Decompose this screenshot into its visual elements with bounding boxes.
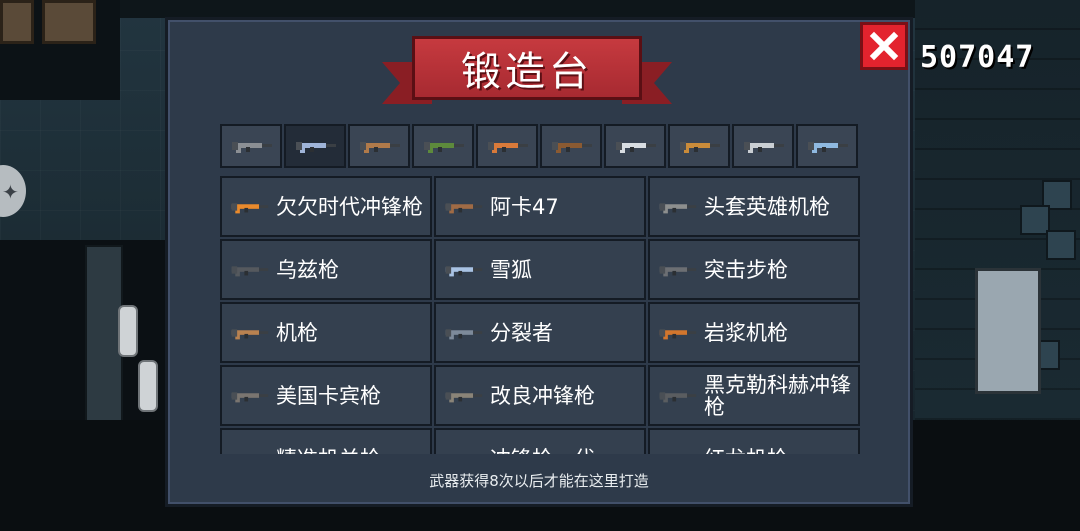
banner-plate: 锻造台	[412, 36, 642, 100]
throwing-star-icon	[744, 142, 784, 153]
wall-painting	[0, 0, 34, 44]
weapon-item[interactable]: 冲锋枪一代	[434, 428, 646, 454]
carbine-icon	[231, 391, 269, 402]
weapon-label: 突击步枪	[704, 257, 788, 282]
weapon-label: 精准机关枪	[276, 448, 381, 455]
staff-icon	[680, 142, 720, 153]
weapon-item[interactable]: 欠欠时代冲锋枪	[220, 176, 432, 237]
rifle-icon	[296, 142, 336, 153]
uzi-icon	[231, 265, 269, 276]
weapon-label: 机枪	[276, 320, 318, 345]
dragon-gun-icon	[656, 447, 698, 455]
weapon-item[interactable]: 突击步枪	[648, 239, 860, 300]
magma-gun-icon	[659, 328, 697, 339]
weapon-item[interactable]: 机枪	[220, 302, 432, 363]
category-tabs	[220, 124, 858, 168]
launcher-icon	[424, 142, 464, 153]
star-icon: ✦	[2, 180, 19, 204]
weapon-label: 冲锋枪一代	[490, 448, 595, 455]
ak47-icon	[445, 202, 483, 213]
weapon-label: 阿卡47	[490, 194, 559, 219]
category-tab[interactable]	[732, 124, 794, 168]
title-banner: 锻造台	[382, 36, 672, 104]
rifle-icon	[228, 447, 270, 455]
close-x-icon	[869, 31, 899, 61]
pistol-icon	[232, 142, 272, 153]
blaster-icon	[488, 142, 528, 153]
weapon-label: 头套英雄机枪	[704, 194, 830, 219]
shotgun-icon	[360, 142, 400, 153]
category-tab[interactable]	[284, 124, 346, 168]
gas-cylinder	[118, 305, 138, 357]
forge-requirement-note: 武器获得8次以后才能在这里打造	[429, 472, 649, 490]
splitter-rifle-icon	[445, 328, 483, 339]
weapon-item[interactable]: 雪狐	[434, 239, 646, 300]
wall-painting	[42, 0, 96, 44]
category-tab[interactable]	[412, 124, 474, 168]
bow-icon	[552, 142, 592, 153]
weapon-grid: 欠欠时代冲锋枪 阿卡47 头套英雄机枪乌兹枪 雪狐 突击步枪机枪 分裂者 岩浆机枪美国卡宾枪…	[220, 176, 860, 454]
weapon-list-scroll[interactable]: 欠欠时代冲锋枪 阿卡47 头套英雄机枪乌兹枪 雪狐 突击步枪机枪 分裂者 岩浆机枪美国卡宾枪…	[220, 176, 860, 454]
weapon-label: 红龙机枪	[704, 448, 788, 455]
weapon-label: 黑克勒科赫冲锋枪	[704, 372, 851, 419]
category-tab[interactable]	[476, 124, 538, 168]
category-tab[interactable]	[604, 124, 666, 168]
weapon-label: 改良冲锋枪	[490, 383, 595, 408]
weapon-item[interactable]: 乌兹枪	[220, 239, 432, 300]
weapon-item[interactable]: 阿卡47	[434, 176, 646, 237]
hk-smg-icon	[659, 391, 697, 402]
forge-panel: 锻造台 欠欠时代冲锋枪 阿卡47 头套英雄机枪乌兹枪 雪狐 突击步枪机枪 分裂者 岩浆机枪美…	[165, 17, 913, 507]
category-tab[interactable]	[796, 124, 858, 168]
weapon-item[interactable]: 精准机关枪	[220, 428, 432, 454]
category-tab[interactable]	[220, 124, 282, 168]
weapon-label: 欠欠时代冲锋枪	[276, 194, 423, 219]
machine-gun-icon	[659, 202, 697, 213]
close-button[interactable]	[860, 22, 908, 70]
weapon-item[interactable]: 头套英雄机枪	[648, 176, 860, 237]
weapon-item[interactable]: 岩浆机枪	[648, 302, 860, 363]
weapon-item[interactable]: 红龙机枪	[648, 428, 860, 454]
smg-icon	[231, 202, 269, 213]
weapon-item[interactable]: 改良冲锋枪	[434, 365, 646, 426]
category-tab[interactable]	[348, 124, 410, 168]
category-tab[interactable]	[540, 124, 602, 168]
weapon-label: 雪狐	[490, 257, 532, 282]
weapon-item[interactable]: 黑克勒科赫冲锋枪	[648, 365, 860, 426]
coin-counter: 507047	[920, 40, 1035, 75]
assault-rifle-icon	[659, 265, 697, 276]
weapon-label: 乌兹枪	[276, 257, 339, 282]
weapon-label: 分裂者	[490, 320, 553, 345]
sword-icon	[616, 142, 656, 153]
weapon-label: 岩浆机枪	[704, 320, 788, 345]
smg-icon	[442, 447, 484, 455]
crate	[1046, 230, 1076, 260]
weapon-item[interactable]: 美国卡宾枪	[220, 365, 432, 426]
smg-icon	[445, 391, 483, 402]
vending-machine	[975, 268, 1041, 394]
weapon-item[interactable]: 分裂者	[434, 302, 646, 363]
category-tab[interactable]	[668, 124, 730, 168]
fish-icon	[808, 142, 848, 153]
snow-fox-rifle-icon	[445, 265, 483, 276]
page-title: 锻造台	[461, 49, 593, 95]
machine-gun-icon	[231, 328, 269, 339]
gas-cylinder	[138, 360, 158, 412]
weapon-label: 美国卡宾枪	[276, 383, 381, 408]
